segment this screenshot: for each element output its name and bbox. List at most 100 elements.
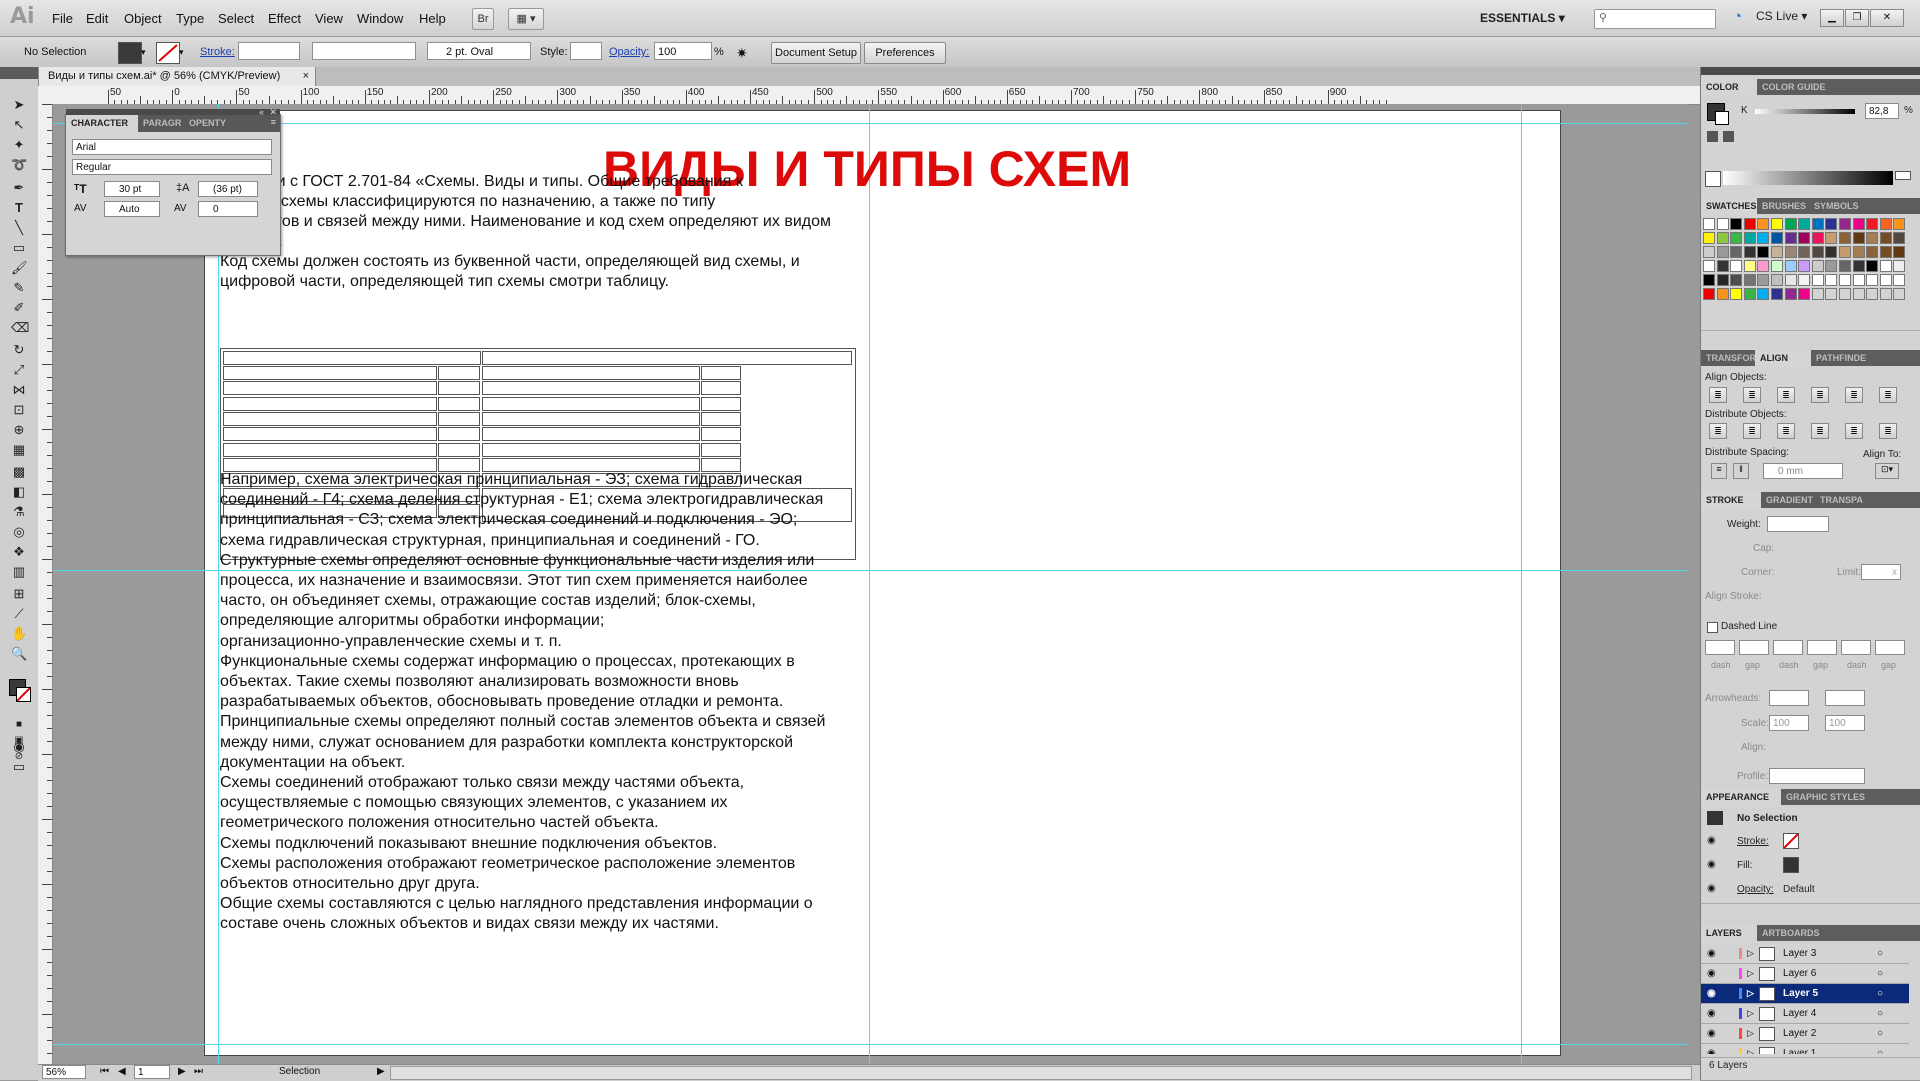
table-cell[interactable] [701, 442, 741, 457]
selection-tool-icon[interactable]: ➤ [11, 97, 27, 113]
tracking-field[interactable]: 0 [198, 201, 258, 217]
table-cell[interactable] [223, 442, 437, 457]
fill-dropdown-icon[interactable]: ▾ [141, 47, 146, 58]
appearance-opacity-link[interactable]: Opacity: [1737, 884, 1774, 895]
menu-effect[interactable]: Effect [268, 11, 301, 26]
start-scale-field[interactable]: 100 [1769, 715, 1809, 731]
perspective-grid-tool-icon[interactable]: ▦ [11, 442, 27, 458]
tab-appearance[interactable]: APPEARANCE [1701, 789, 1781, 806]
stroke-color-icon[interactable] [1715, 111, 1729, 125]
out-of-gamut-icon[interactable] [1707, 131, 1718, 142]
zoom-tool-icon[interactable]: 🔍 [11, 646, 27, 662]
color-swatch[interactable] [1743, 288, 1756, 300]
layer-row[interactable]: ◉ ▷ Layer 3 ○ [1701, 944, 1909, 964]
expand-layer-icon[interactable]: ▷ [1747, 1044, 1754, 1054]
arrange-documents-button[interactable]: ▦ ▾ [508, 8, 544, 30]
pen-tool-icon[interactable]: ✒ [11, 180, 27, 196]
help-search-input[interactable]: ⚲ [1594, 9, 1716, 29]
cslive-button[interactable]: CS Live ▾ [1756, 9, 1807, 23]
column-graph-tool-icon[interactable]: ▥ [11, 564, 27, 580]
status-menu-icon[interactable]: ▶ [377, 1066, 385, 1077]
menu-edit[interactable]: Edit [86, 11, 108, 26]
opacity-field[interactable]: 100 [654, 42, 712, 60]
appearance-fill-swatch[interactable] [1783, 857, 1799, 873]
gap-field[interactable] [1875, 640, 1905, 655]
color-swatch[interactable] [1839, 232, 1851, 244]
color-swatch[interactable] [1703, 260, 1715, 272]
blend-tool-icon[interactable]: ◎ [11, 524, 27, 540]
expand-layer-icon[interactable]: ▷ [1747, 1004, 1754, 1023]
align-button[interactable]: ≣ [1709, 387, 1727, 403]
color-swatch[interactable] [1825, 260, 1838, 272]
font-size-field[interactable]: 30 pt [104, 181, 160, 197]
close-window-button[interactable]: ✕ [1870, 9, 1904, 27]
color-slider[interactable] [1755, 109, 1855, 114]
gradient-tool-icon[interactable]: ◧ [11, 484, 27, 500]
color-swatch[interactable] [1743, 246, 1756, 258]
stroke-swatch[interactable] [156, 42, 180, 64]
visibility-eye-icon[interactable]: ◉ [1707, 944, 1716, 963]
expand-layer-icon[interactable]: ▷ [1747, 1024, 1754, 1043]
table-cell[interactable] [701, 396, 741, 411]
color-swatch[interactable] [1703, 274, 1715, 286]
stroke-weight-field[interactable] [1767, 516, 1829, 532]
visibility-eye-icon[interactable]: ◉ [1707, 984, 1716, 1003]
color-swatch[interactable] [1730, 274, 1743, 286]
color-swatch[interactable] [1825, 246, 1838, 258]
tab-swatches[interactable]: SWATCHES [1701, 198, 1757, 215]
dash-field[interactable] [1773, 640, 1803, 655]
color-swatch[interactable] [1825, 232, 1838, 244]
gap-field[interactable] [1739, 640, 1769, 655]
table-cell[interactable] [482, 396, 700, 411]
table-cell[interactable] [701, 427, 741, 442]
color-swatch[interactable] [1784, 274, 1797, 286]
layer-row[interactable]: ◉ ▷ Layer 2 ○ [1701, 1024, 1909, 1044]
color-swatch[interactable] [1743, 260, 1756, 272]
gap-field[interactable] [1807, 640, 1837, 655]
color-swatch[interactable] [1866, 246, 1879, 258]
color-swatch[interactable] [1798, 218, 1811, 230]
color-swatch[interactable] [1825, 274, 1838, 286]
opacity-label[interactable]: Opacity: [609, 46, 649, 58]
visibility-eye-icon[interactable]: ◉ [1707, 835, 1716, 846]
table-cell[interactable] [438, 411, 480, 426]
color-swatch[interactable] [1852, 288, 1865, 300]
color-swatch[interactable] [1703, 218, 1715, 230]
color-swatch[interactable] [1703, 246, 1715, 258]
tab-stroke[interactable]: STROKE [1701, 492, 1761, 509]
character-panel[interactable]: « ✕ CHARACTER PARAGR OPENTY ≡ Arial Regu… [65, 107, 281, 256]
color-swatch[interactable] [1703, 232, 1715, 244]
hand-tool-icon[interactable]: ✋ [11, 626, 27, 642]
color-swatch[interactable] [1798, 232, 1811, 244]
layer-row[interactable]: ◉ ▷ Layer 6 ○ [1701, 964, 1909, 984]
end-scale-field[interactable]: 100 [1825, 715, 1865, 731]
color-swatch[interactable] [1798, 274, 1811, 286]
line-tool-icon[interactable]: ╲ [11, 220, 27, 236]
target-icon[interactable]: ○ [1877, 984, 1883, 1003]
color-swatch[interactable] [1825, 218, 1838, 230]
color-swatch[interactable] [1893, 288, 1906, 300]
table-cell[interactable] [482, 366, 700, 380]
color-spectrum[interactable] [1723, 171, 1893, 185]
menu-file[interactable]: File [52, 11, 73, 26]
color-swatch[interactable] [1811, 288, 1824, 300]
distribute-button[interactable]: ≣ [1777, 423, 1795, 439]
table-cell[interactable] [223, 351, 481, 365]
menu-view[interactable]: View [315, 11, 343, 26]
tab-transform[interactable]: TRANSFOR [1701, 350, 1756, 367]
last-artboard-icon[interactable]: ⏭ [194, 1066, 203, 1077]
leading-field[interactable]: (36 pt) [198, 181, 258, 197]
color-swatch[interactable] [1852, 260, 1865, 272]
table-cell[interactable] [223, 381, 437, 396]
guide-vertical[interactable] [1521, 104, 1522, 1064]
color-swatch[interactable] [1716, 288, 1729, 300]
color-swatch[interactable] [1811, 246, 1824, 258]
artboard-tool-icon[interactable]: ⊞ [11, 586, 27, 602]
table-cell[interactable] [223, 366, 437, 380]
table-cell[interactable] [223, 427, 437, 442]
color-swatch[interactable] [1784, 260, 1797, 272]
color-swatch[interactable] [1798, 260, 1811, 272]
panel-menu-icon[interactable]: ≡ [271, 117, 276, 127]
table-cell[interactable] [223, 396, 437, 411]
bridge-button[interactable]: Br [472, 8, 494, 30]
